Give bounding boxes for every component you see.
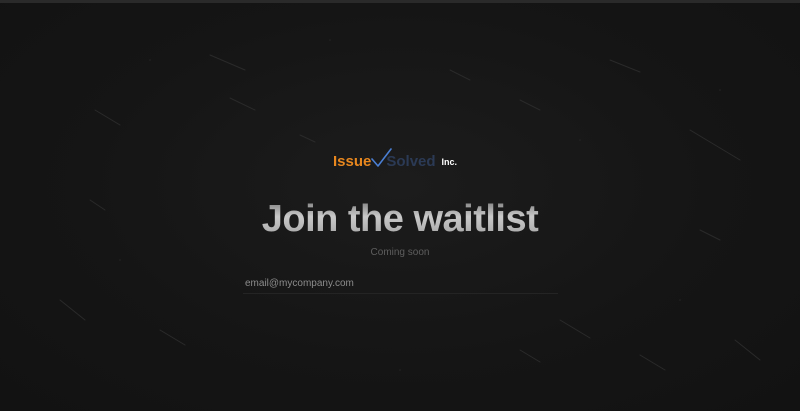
email-input[interactable] — [243, 274, 558, 294]
logo-word-solved: Solved — [386, 153, 436, 170]
waitlist-page: Issue Solved Inc. Join the waitlist Comi… — [0, 0, 800, 411]
checkmark-icon — [371, 148, 393, 167]
logo-suffix: Inc. — [441, 157, 458, 167]
page-subtitle: Coming soon — [370, 247, 430, 258]
logo-word-issue: Issue — [333, 153, 372, 170]
page-title: Join the waitlist — [0, 196, 800, 242]
brand-logo[interactable]: Issue Solved Inc. — [333, 147, 457, 171]
